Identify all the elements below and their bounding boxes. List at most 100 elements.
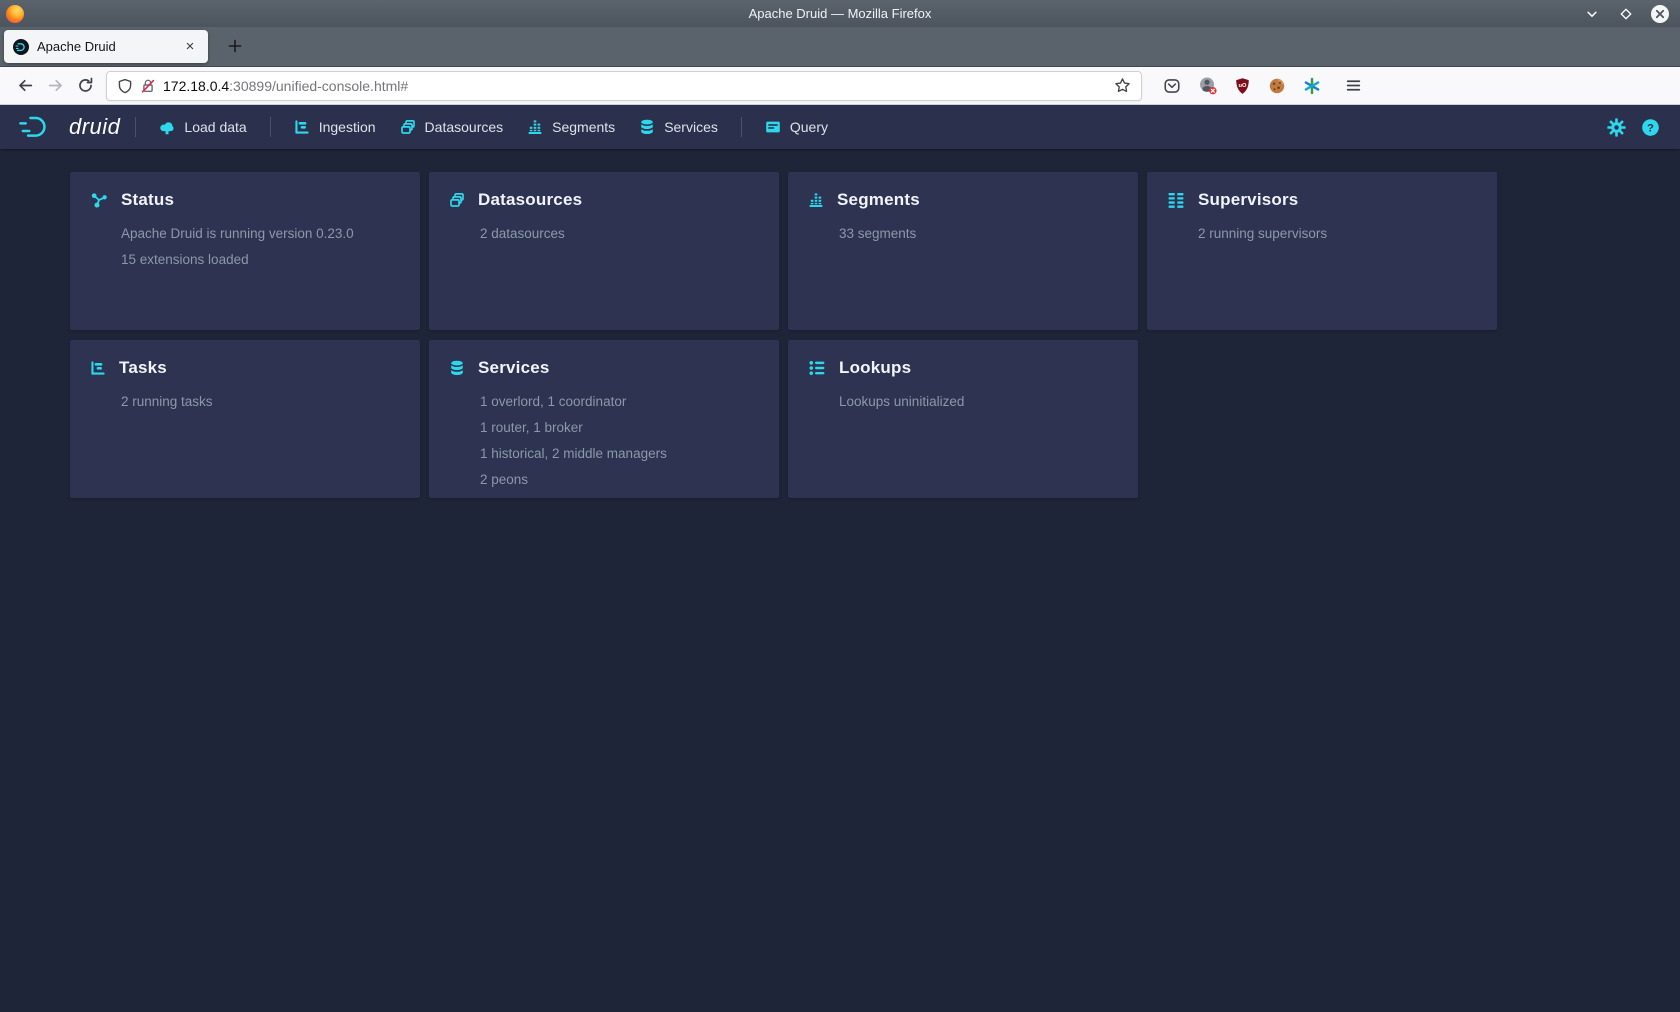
tab-title: Apache Druid [37,39,116,54]
card-title: Tasks [119,358,167,378]
minimize-button[interactable] [1582,4,1602,24]
card-line: Apache Druid is running version 0.23.0 [90,221,400,247]
browser-toolbar: 172.18.0.4:30899/unified-console.html# u… [0,67,1680,105]
list-columns-icon [1167,191,1185,209]
navbar-items: Load data Ingestion Datasources Segments Ser… [124,105,840,149]
home-view: Status Apache Druid is running version 0… [0,149,1680,498]
nav-item-ingestion[interactable]: Ingestion [282,105,388,149]
nav-item-segments[interactable]: Segments [515,105,627,149]
close-button[interactable] [1650,4,1670,24]
multi-select-icon [449,192,465,208]
forward-arrow-icon [47,77,64,94]
cookie-extension-icon [1268,77,1286,95]
status-cards: Status Apache Druid is running version 0… [70,172,1680,498]
chevron-down-icon [1585,7,1599,21]
hamburger-icon [1345,77,1362,94]
stacked-chart-icon [527,119,543,135]
reload-icon [77,77,94,94]
ublock-origin-button[interactable]: uO [1232,76,1252,96]
privacy-extension-button[interactable] [1197,76,1217,96]
card-tasks[interactable]: Tasks 2 running tasks [70,340,420,498]
cookie-extension-button[interactable] [1267,76,1287,96]
window-title: Apache Druid — Mozilla Firefox [0,6,1680,21]
card-segments[interactable]: Segments 33 segments [788,172,1138,330]
pocket-icon [1163,77,1181,95]
database-icon [639,119,655,135]
stacked-chart-icon [808,192,824,208]
pocket-button[interactable] [1162,76,1182,96]
application-icon [765,119,781,135]
card-title: Datasources [478,190,582,210]
card-line: 33 segments [808,221,1118,247]
card-status[interactable]: Status Apache Druid is running version 0… [70,172,420,330]
nav-item-label: Ingestion [319,119,376,135]
card-title: Services [478,358,550,378]
druid-favicon [13,39,29,55]
nav-divider [270,117,271,137]
firefox-icon [6,5,24,23]
ublock-origin-icon: uO [1234,77,1251,94]
nav-item-label: Services [664,119,718,135]
multi-select-icon [400,119,416,135]
gear-icon[interactable] [1607,118,1626,137]
card-line: 15 extensions loaded [90,247,400,273]
back-button[interactable] [10,71,40,101]
gantt-chart-icon [90,360,106,376]
card-line: 1 router, 1 broker [449,415,759,441]
new-tab-button[interactable] [220,31,250,61]
reload-button[interactable] [70,71,100,101]
properties-icon [808,359,826,377]
nav-item-datasources[interactable]: Datasources [388,105,516,149]
url-text: 172.18.0.4:30899/unified-console.html# [163,78,408,94]
card-datasources[interactable]: Datasources 2 datasources [429,172,779,330]
tab-close-icon[interactable]: × [181,38,199,56]
card-line: 1 overlord, 1 coordinator [449,389,759,415]
maximize-button[interactable] [1616,4,1636,24]
menu-button[interactable] [1338,71,1368,101]
tab-bar: Apache Druid × [0,27,1680,67]
graph-icon [90,191,108,209]
card-title: Segments [837,190,920,210]
card-services[interactable]: Services 1 overlord, 1 coordinator1 rout… [429,340,779,498]
cloud-upload-icon [159,119,175,135]
colorful-asterisk-extension-button[interactable] [1302,76,1322,96]
druid-logo[interactable]: druid [14,114,124,140]
card-title: Supervisors [1198,190,1298,210]
extension-icons: uO [1162,76,1322,96]
url-bar[interactable]: 172.18.0.4:30899/unified-console.html# [106,71,1142,101]
back-arrow-icon [17,77,34,94]
card-line: 2 datasources [449,221,759,247]
shield-icon[interactable] [117,78,133,94]
nav-divider [135,117,136,137]
plus-icon [227,38,243,54]
card-line: Lookups uninitialized [808,389,1118,415]
nav-item-label: Query [790,119,828,135]
card-line: 1 historical, 2 middle managers [449,441,759,467]
forward-button[interactable] [40,71,70,101]
druid-navbar: druid Load data Ingestion Datasources Segme… [0,105,1680,149]
insecure-lock-icon[interactable] [140,78,156,94]
help-icon[interactable]: ? [1641,118,1660,137]
window-titlebar: Apache Druid — Mozilla Firefox [0,0,1680,27]
svg-text:?: ? [1647,122,1654,134]
asterisk-extension-icon [1303,77,1321,95]
close-circle-icon [1650,4,1670,24]
nav-item-services[interactable]: Services [627,105,730,149]
gantt-chart-icon [294,119,310,135]
window-controls [1582,4,1680,24]
nav-item-label: Load data [184,119,246,135]
nav-item-query[interactable]: Query [753,105,840,149]
card-title: Status [121,190,174,210]
svg-text:uO: uO [1238,83,1246,89]
card-supervisors[interactable]: Supervisors 2 running supervisors [1147,172,1497,330]
privacy-extension-icon [1198,76,1217,95]
druid-wordmark: druid [69,114,120,140]
bookmark-star-icon[interactable] [1114,77,1131,94]
nav-item-label: Datasources [425,119,504,135]
url-host: 172.18.0.4 [163,78,229,94]
card-title: Lookups [839,358,911,378]
nav-item-label: Segments [552,119,615,135]
card-lookups[interactable]: Lookups Lookups uninitialized [788,340,1138,498]
tab-apache-druid[interactable]: Apache Druid × [4,30,208,63]
nav-item-load-data[interactable]: Load data [147,105,258,149]
